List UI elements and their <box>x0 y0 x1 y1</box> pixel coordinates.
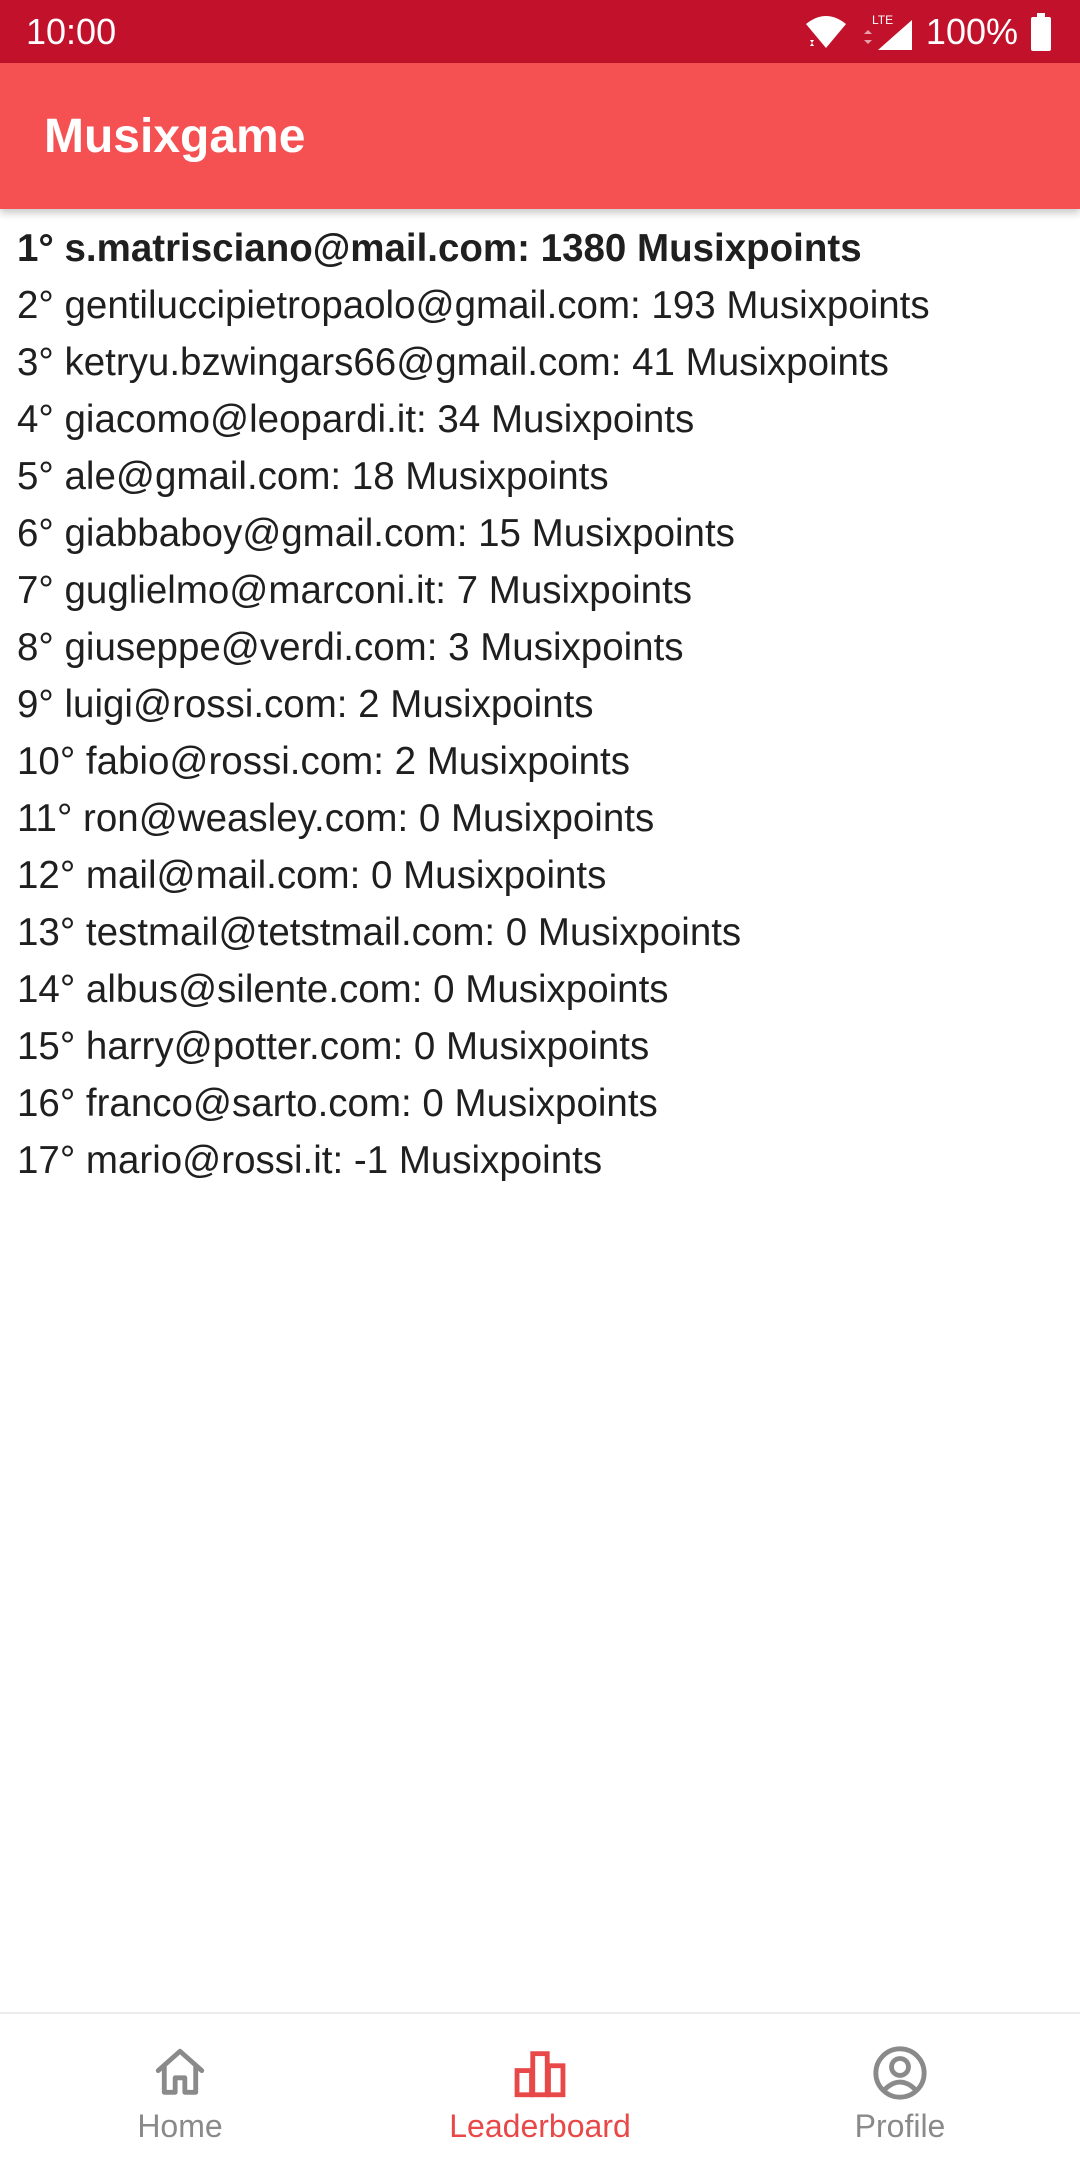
nav-home[interactable]: Home <box>0 2014 360 2160</box>
leaderboard-row: 9° luigi@rossi.com: 2 Musixpoints <box>17 683 594 726</box>
signal-icon: LTE <box>863 13 912 50</box>
status-bar: 10:00 LTE 100% <box>0 0 1080 63</box>
leaderboard-row: 15° harry@potter.com: 0 Musixpoints <box>17 1025 650 1068</box>
leaderboard-row: 14° albus@silente.com: 0 Musixpoints <box>17 968 669 1011</box>
leaderboard-row: 16° franco@sarto.com: 0 Musixpoints <box>17 1082 658 1125</box>
status-time: 10:00 <box>26 10 117 52</box>
leaderboard-row: 6° giabbaboy@gmail.com: 15 Musixpoints <box>17 512 735 555</box>
network-label: LTE <box>872 13 893 27</box>
bottom-navigation: Home Leaderboard Profile <box>0 2012 1080 2160</box>
nav-leaderboard[interactable]: Leaderboard <box>360 2014 720 2160</box>
leaderboard-row: 5° ale@gmail.com: 18 Musixpoints <box>17 455 609 498</box>
leaderboard-row: 12° mail@mail.com: 0 Musixpoints <box>17 854 607 897</box>
wifi-icon <box>805 15 846 48</box>
nav-profile-label: Profile <box>854 2108 946 2144</box>
leaderboard-icon <box>514 2051 566 2098</box>
battery-percentage: 100% <box>925 10 1018 52</box>
leaderboard-row: 13° testmail@tetstmail.com: 0 Musixpoint… <box>17 911 742 954</box>
leaderboard-row: 2° gentiluccipietropaolo@gmail.com: 193 … <box>17 284 930 327</box>
profile-icon <box>873 2046 927 2100</box>
leaderboard-row: 4° giacomo@leopardi.it: 34 Musixpoints <box>17 398 695 441</box>
nav-profile[interactable]: Profile <box>720 2014 1080 2160</box>
leaderboard-list: 1° s.matrisciano@mail.com: 1380 Musixpoi… <box>17 220 1070 1189</box>
leaderboard-row: 7° guglielmo@marconi.it: 7 Musixpoints <box>17 569 693 612</box>
leaderboard-row: 10° fabio@rossi.com: 2 Musixpoints <box>17 740 630 783</box>
leaderboard-row: 17° mario@rossi.it: -1 Musixpoints <box>17 1139 603 1182</box>
leaderboard-row: 1° s.matrisciano@mail.com: 1380 Musixpoi… <box>17 227 862 270</box>
home-icon <box>155 2048 205 2095</box>
leaderboard-row: 11° ron@weasley.com: 0 Musixpoints <box>17 797 655 840</box>
leaderboard-row: 3° ketryu.bzwingars66@gmail.com: 41 Musi… <box>17 341 889 384</box>
app-bar: Musixgame <box>0 63 1080 209</box>
leaderboard-row: 8° giuseppe@verdi.com: 3 Musixpoints <box>17 626 684 669</box>
battery-icon <box>1031 12 1051 51</box>
nav-leaderboard-label: Leaderboard <box>449 2108 631 2144</box>
status-icons: LTE 100% <box>804 11 1052 53</box>
app-title: Musixgame <box>44 109 306 163</box>
nav-home-label: Home <box>137 2108 223 2144</box>
